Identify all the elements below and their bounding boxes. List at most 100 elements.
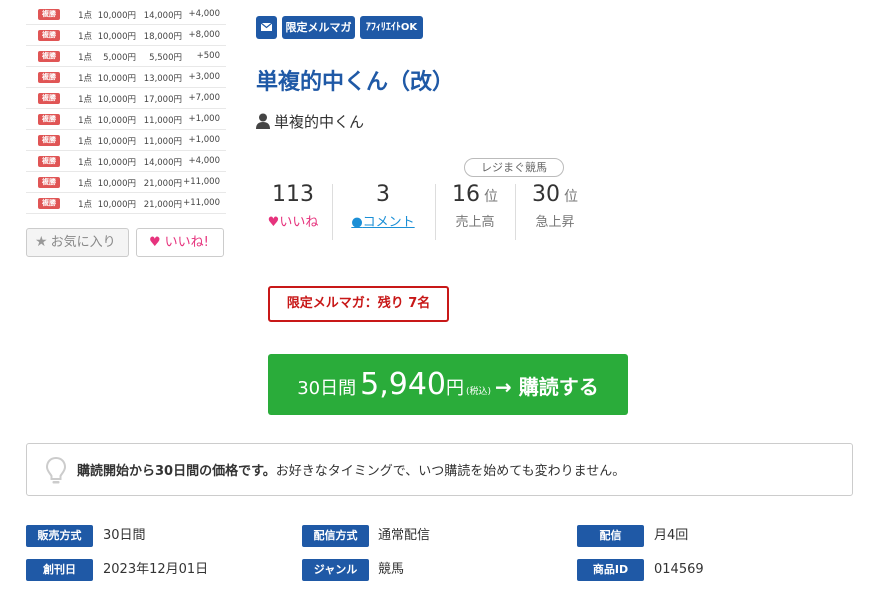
table-row: 複勝 1点 10,000円 13,000円 +3,000 bbox=[26, 67, 226, 88]
delivery-method-label: 配信方式 bbox=[302, 525, 369, 547]
genre-value: 競馬 bbox=[378, 562, 405, 577]
bet-amount: 10,000円 bbox=[97, 200, 136, 210]
speech-bubble-icon: ● bbox=[351, 215, 363, 230]
bet-type-badge: 複勝 bbox=[38, 9, 60, 20]
table-row: 複勝 1点 10,000円 11,000円 +1,000 bbox=[26, 109, 226, 130]
subscribe-button[interactable]: 30日間 5,940円 (税込) → 購読する bbox=[268, 354, 628, 415]
table-row: 複勝 1点 5,000円 5,500円 +500 bbox=[26, 46, 226, 67]
rank-unit: 位 bbox=[484, 189, 498, 205]
payout-amount: 14,000円 bbox=[143, 158, 182, 168]
bet-amount: 10,000円 bbox=[97, 116, 136, 126]
likes-label: ♥いいね bbox=[267, 215, 319, 230]
likes-count: 113 bbox=[272, 182, 314, 207]
sales-rank-label: 売上高 bbox=[455, 215, 495, 230]
founded-label: 創刊日 bbox=[26, 559, 93, 581]
table-row: 複勝 1点 10,000円 11,000円 +1,000 bbox=[26, 130, 226, 151]
bet-qty: 1点 bbox=[78, 32, 92, 42]
table-row: 複勝 1点 10,000円 21,000円 +11,000 bbox=[26, 172, 226, 193]
delivery-label: 配信 bbox=[577, 525, 644, 547]
bet-amount: 5,000円 bbox=[103, 53, 136, 63]
delivery-value: 月4回 bbox=[654, 528, 689, 543]
comments-link[interactable]: ●コメント bbox=[332, 211, 434, 230]
page-title: 単複的中くん（改） bbox=[256, 70, 455, 95]
bet-qty: 1点 bbox=[78, 116, 92, 126]
lightbulb-icon bbox=[45, 456, 67, 486]
notice-text: お好きなタイミングで、いつ購読を始めても変わりません。 bbox=[275, 464, 626, 479]
likes-stat[interactable]: 113 ♥いいね bbox=[254, 182, 332, 230]
bet-amount: 10,000円 bbox=[97, 74, 136, 84]
bet-qty: 1点 bbox=[78, 11, 92, 21]
bet-qty: 1点 bbox=[78, 158, 92, 168]
payout-amount: 17,000円 bbox=[143, 95, 182, 105]
bet-qty: 1点 bbox=[78, 95, 92, 105]
ranking-category-label: レジまぐ競馬 bbox=[464, 158, 564, 177]
remaining-slots-badge: 限定メルマガ：残り 7名 bbox=[268, 286, 449, 322]
person-icon bbox=[256, 113, 270, 129]
bet-amount: 10,000円 bbox=[97, 95, 136, 105]
bet-amount: 10,000円 bbox=[97, 137, 136, 147]
payout-amount: 13,000円 bbox=[143, 74, 182, 84]
limited-tag: 限定メルマガ bbox=[282, 16, 355, 39]
sale-method-value: 30日間 bbox=[103, 528, 146, 543]
payout-amount: 14,000円 bbox=[143, 11, 182, 21]
bet-type-badge: 複勝 bbox=[38, 114, 60, 125]
favorite-button[interactable]: ★ お気に入り bbox=[26, 228, 129, 257]
product-id-label: 商品ID bbox=[577, 559, 644, 581]
bet-type-badge: 複勝 bbox=[38, 135, 60, 146]
bet-type-badge: 複勝 bbox=[38, 156, 60, 167]
rise-rank: 30 bbox=[532, 182, 560, 207]
rise-rank-label: 急上昇 bbox=[535, 215, 575, 230]
profit-amount: +4,000 bbox=[188, 156, 220, 166]
profit-amount: +3,000 bbox=[188, 72, 220, 82]
profit-amount: +1,000 bbox=[188, 114, 220, 124]
payout-amount: 18,000円 bbox=[143, 32, 182, 42]
affiliate-tag: ｱﾌｨﾘｴｲﾄOK bbox=[360, 16, 423, 39]
bet-type-badge: 複勝 bbox=[38, 72, 60, 83]
table-row: 複勝 1点 10,000円 17,000円 +7,000 bbox=[26, 88, 226, 109]
subscribe-period: 30日間 bbox=[297, 378, 357, 399]
rank-unit: 位 bbox=[564, 189, 578, 205]
sale-method-label: 販売方式 bbox=[26, 525, 93, 547]
payout-amount: 11,000円 bbox=[143, 137, 182, 147]
heart-icon: ♥ bbox=[267, 215, 280, 230]
heart-icon: ♥ bbox=[149, 235, 161, 250]
comments-count: 3 bbox=[376, 182, 390, 207]
profit-amount: +7,000 bbox=[188, 93, 220, 103]
genre-label: ジャンル bbox=[302, 559, 369, 581]
subscribe-tax-note: (税込) bbox=[466, 387, 492, 397]
results-table: 複勝 1点 10,000円 14,000円 +4,000 複勝 1点 10,000円 18,0… bbox=[26, 4, 226, 214]
bet-amount: 10,000円 bbox=[97, 32, 136, 42]
bet-qty: 1点 bbox=[78, 179, 92, 189]
bet-type-badge: 複勝 bbox=[38, 51, 60, 62]
bet-type-badge: 複勝 bbox=[38, 93, 60, 104]
table-row: 複勝 1点 10,000円 18,000円 +8,000 bbox=[26, 25, 226, 46]
profit-amount: +11,000 bbox=[183, 177, 220, 187]
profit-amount: +4,000 bbox=[188, 9, 220, 19]
table-row: 複勝 1点 10,000円 14,000円 +4,000 bbox=[26, 4, 226, 25]
notice-emphasis: 購読開始から30日間の価格です。 bbox=[77, 464, 276, 479]
author-name: 単複的中くん bbox=[274, 113, 365, 131]
bet-amount: 10,000円 bbox=[97, 158, 136, 168]
bet-qty: 1点 bbox=[78, 53, 92, 63]
like-button[interactable]: ♥ いいね! bbox=[136, 228, 224, 257]
payout-amount: 21,000円 bbox=[143, 179, 182, 189]
profit-amount: +8,000 bbox=[188, 30, 220, 40]
like-label: いいね! bbox=[164, 235, 209, 250]
product-id-value: 014569 bbox=[654, 562, 704, 577]
rise-rank-stat: 30 位 急上昇 bbox=[516, 182, 594, 230]
bet-qty: 1点 bbox=[78, 74, 92, 84]
bet-type-badge: 複勝 bbox=[38, 198, 60, 209]
sales-rank: 16 bbox=[452, 182, 480, 207]
mail-tag bbox=[256, 16, 277, 39]
subscribe-currency: 円 bbox=[446, 378, 465, 399]
comments-stat[interactable]: 3 ●コメント bbox=[332, 182, 434, 230]
star-icon: ★ bbox=[35, 234, 48, 250]
payout-amount: 11,000円 bbox=[143, 116, 182, 126]
profit-amount: +500 bbox=[196, 51, 220, 61]
bet-amount: 10,000円 bbox=[97, 11, 136, 21]
sales-rank-stat: 16 位 売上高 bbox=[436, 182, 514, 230]
author[interactable]: 単複的中くん bbox=[256, 111, 364, 132]
price-notice: 購読開始から30日間の価格です。お好きなタイミングで、いつ購読を始めても変わりま… bbox=[26, 443, 853, 496]
bet-amount: 10,000円 bbox=[97, 179, 136, 189]
founded-value: 2023年12月01日 bbox=[103, 562, 209, 577]
